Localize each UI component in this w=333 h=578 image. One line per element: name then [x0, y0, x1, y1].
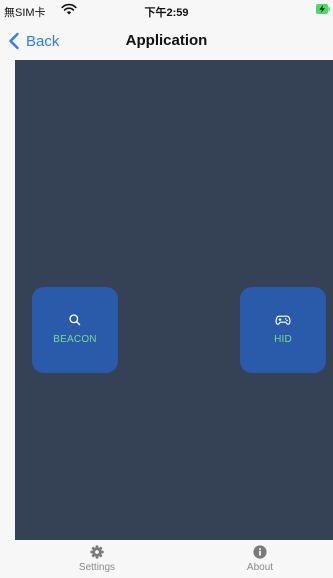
navigation-bar: Back Application	[0, 20, 333, 60]
tab-bar: Settings About	[0, 540, 333, 578]
search-icon	[69, 314, 81, 326]
battery-charging-icon	[316, 4, 330, 14]
page-title: Application	[125, 32, 208, 49]
tab-settings-label: Settings	[78, 562, 116, 573]
beacon-tile-label: BEACON	[53, 334, 97, 345]
hid-tile-label: HID	[274, 334, 292, 345]
beacon-tile-button[interactable]: BEACON	[32, 287, 118, 373]
status-bar: 無SIM卡 下午2:59	[0, 0, 333, 20]
gamepad-icon	[275, 315, 291, 325]
info-icon	[253, 545, 267, 559]
app-screen: 無SIM卡 下午2:59 Back Application BEACON HID…	[0, 0, 333, 578]
tab-about-label: About	[246, 562, 274, 573]
tab-settings[interactable]: Settings	[57, 545, 137, 573]
status-time: 下午2:59	[144, 7, 189, 19]
tab-about[interactable]: About	[220, 545, 300, 573]
hid-tile-button[interactable]: HID	[240, 287, 326, 373]
gear-icon	[90, 545, 104, 559]
